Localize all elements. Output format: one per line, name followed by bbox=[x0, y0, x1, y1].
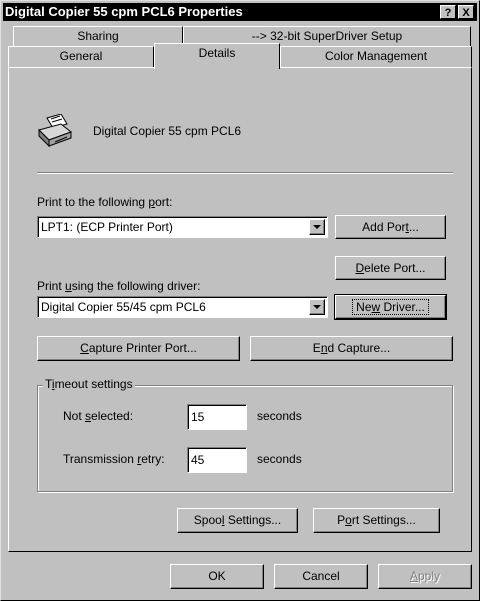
port-select[interactable]: LPT1: (ECP Printer Port) bbox=[37, 216, 328, 238]
spool-text-end: Settings... bbox=[224, 513, 282, 527]
printer-name: Digital Copier 55 cpm PCL6 bbox=[93, 124, 242, 138]
not-selected-label: Not selected: bbox=[63, 409, 133, 423]
capture-key: C bbox=[80, 341, 89, 355]
tab-details[interactable]: Details bbox=[154, 43, 280, 69]
timeout-title-text-end: meout settings bbox=[54, 377, 133, 391]
driver-label-key: u bbox=[65, 279, 72, 293]
delete-port-button[interactable]: Delete Port... bbox=[335, 256, 446, 280]
delete-port-text-end: elete Port... bbox=[364, 261, 426, 275]
title-bar[interactable]: Digital Copier 55 cpm PCL6 Properties ? … bbox=[3, 3, 477, 21]
tab-superdriver-setup-label: --> 32-bit SuperDriver Setup bbox=[251, 29, 403, 43]
transmission-retry-label: Transmission retry: bbox=[63, 452, 165, 466]
timeout-settings-title: Timeout settings bbox=[43, 377, 135, 391]
driver-label-text-end: sing the following driver: bbox=[71, 279, 201, 293]
tab-sharing-label: Sharing bbox=[77, 29, 119, 43]
transmission-retry-input[interactable] bbox=[188, 448, 246, 472]
port-settings-button[interactable]: Port Settings... bbox=[313, 508, 440, 533]
end-capture-key: n bbox=[320, 341, 328, 355]
tab-general-label: General bbox=[59, 49, 103, 63]
chevron-down-icon bbox=[313, 305, 321, 309]
apply-text-end: pply bbox=[418, 569, 441, 583]
printer-icon bbox=[37, 113, 75, 148]
help-button[interactable]: ? bbox=[440, 5, 456, 19]
apply-key: A bbox=[409, 569, 418, 583]
retry-text-end: etry: bbox=[141, 452, 165, 466]
not-selected-text: Not bbox=[63, 409, 86, 423]
port-label-text: Print to the following bbox=[37, 195, 149, 209]
new-driver-focus: New Driver... bbox=[352, 299, 429, 315]
timeout-settings-group bbox=[37, 385, 453, 492]
port-dropdown-button[interactable] bbox=[309, 219, 325, 235]
capture-printer-port-button[interactable]: Capture Printer Port... bbox=[37, 336, 240, 361]
port-settings-text: P bbox=[337, 513, 346, 527]
new-driver-button[interactable]: New Driver... bbox=[334, 294, 447, 320]
driver-select-value: Digital Copier 55/45 cpm PCL6 bbox=[41, 300, 206, 314]
retry-text: Transmission bbox=[63, 452, 138, 466]
ok-button[interactable]: OK bbox=[170, 564, 264, 589]
new-driver-text: Ne bbox=[356, 300, 372, 314]
tab-color-management-label: Color Management bbox=[324, 49, 428, 63]
timeout-title-text: T bbox=[45, 377, 52, 391]
apply-button[interactable]: Apply bbox=[378, 564, 472, 589]
not-selected-input[interactable] bbox=[188, 405, 246, 429]
chevron-down-icon bbox=[313, 225, 321, 229]
capture-text-end: apture Printer Port... bbox=[88, 341, 197, 355]
not-selected-field[interactable] bbox=[187, 404, 247, 430]
separator-line bbox=[37, 172, 453, 174]
end-capture-button[interactable]: End Capture... bbox=[250, 336, 453, 361]
new-driver-key: w bbox=[371, 300, 381, 314]
cancel-button[interactable]: Cancel bbox=[274, 564, 368, 589]
window-title: Digital Copier 55 cpm PCL6 Properties bbox=[5, 4, 243, 19]
transmission-retry-field[interactable] bbox=[187, 447, 247, 473]
port-select-value: LPT1: (ECP Printer Port) bbox=[41, 220, 173, 234]
add-port-button[interactable]: Add Port... bbox=[335, 215, 446, 239]
delete-port-key: D bbox=[355, 261, 365, 275]
spool-settings-button[interactable]: Spool Settings... bbox=[177, 508, 298, 533]
tab-color-management[interactable]: Color Management bbox=[280, 46, 472, 67]
port-settings-text-end: rt Settings... bbox=[351, 513, 416, 527]
close-button[interactable]: X bbox=[458, 5, 474, 19]
spool-text: Spoo bbox=[193, 513, 222, 527]
driver-dropdown-button[interactable] bbox=[309, 299, 325, 315]
new-driver-text-end: Driver... bbox=[380, 300, 425, 314]
add-port-text: Add Por bbox=[362, 220, 406, 234]
port-label-text-end: ort: bbox=[155, 195, 173, 209]
end-capture-text-end: d Capture... bbox=[327, 341, 391, 355]
transmission-retry-unit: seconds bbox=[257, 452, 302, 466]
tab-details-label: Details bbox=[198, 46, 236, 60]
properties-dialog: Digital Copier 55 cpm PCL6 Properties ? … bbox=[0, 0, 480, 601]
tab-general[interactable]: General bbox=[8, 46, 154, 67]
not-selected-unit: seconds bbox=[257, 409, 302, 423]
not-selected-text-end: elected: bbox=[91, 409, 134, 423]
driver-label: Print using the following driver: bbox=[37, 279, 200, 293]
add-port-text-end: ... bbox=[408, 220, 419, 234]
driver-select[interactable]: Digital Copier 55/45 cpm PCL6 bbox=[37, 296, 328, 318]
port-label: Print to the following port: bbox=[37, 195, 172, 209]
end-capture-text: E bbox=[312, 341, 321, 355]
port-settings-key: o bbox=[345, 513, 352, 527]
driver-label-text: Print bbox=[37, 279, 66, 293]
